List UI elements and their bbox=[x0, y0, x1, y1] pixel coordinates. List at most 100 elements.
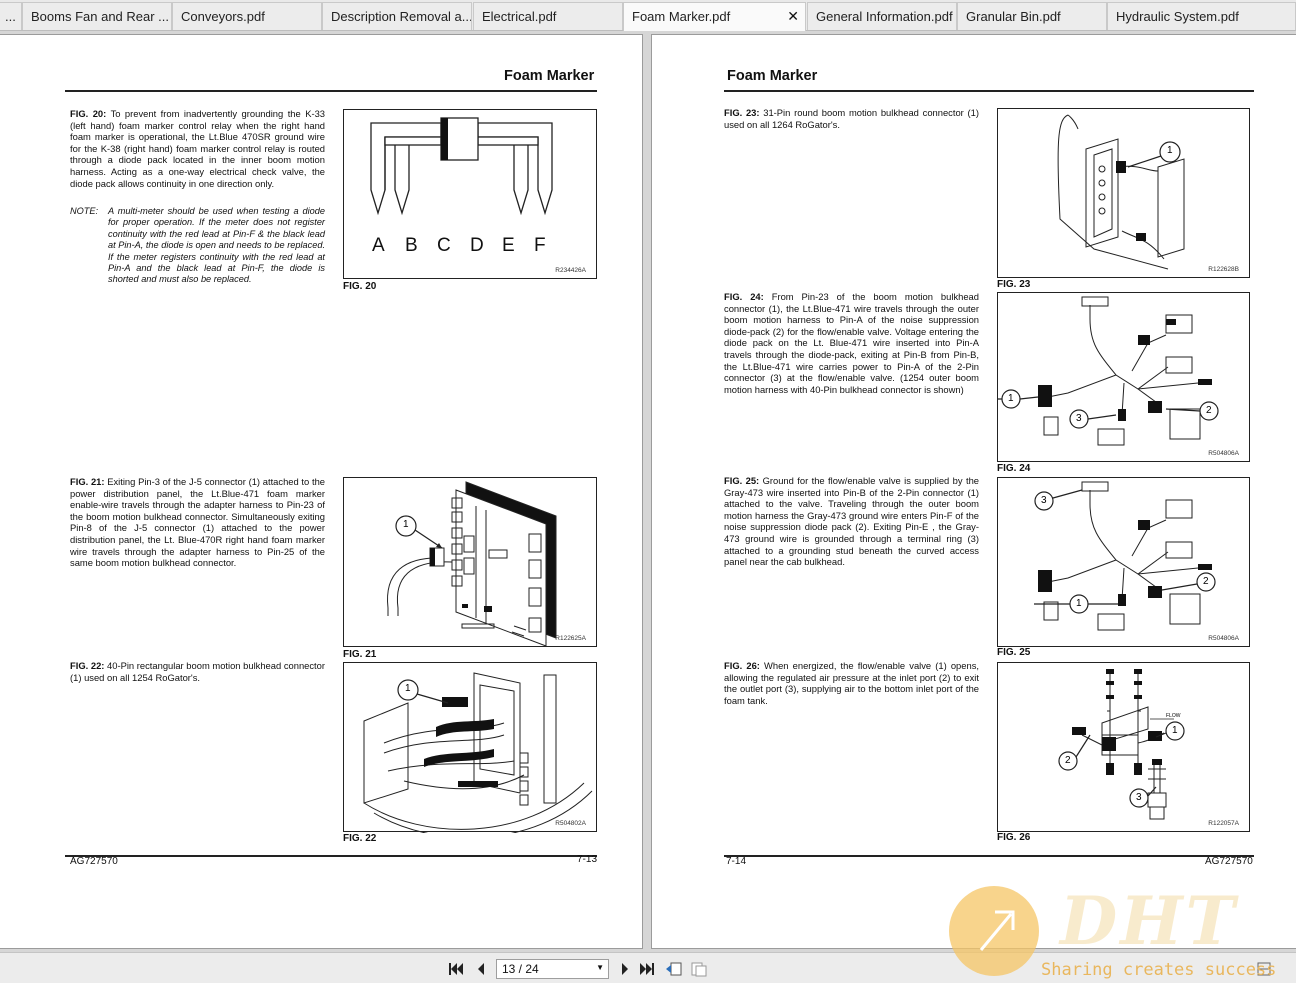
document-viewport[interactable]: Foam Marker FIG. 20: To prevent from ina… bbox=[0, 32, 1296, 952]
ground-wire-harness-drawing bbox=[1034, 481, 1216, 631]
tab-label: Foam Marker.pdf bbox=[632, 9, 731, 24]
fig24-description: FIG. 24: From Pin-23 of the boom motion … bbox=[724, 291, 979, 395]
fig24-label: FIG. 24: bbox=[724, 291, 764, 302]
fig24-callout-3: 3 bbox=[1076, 413, 1082, 424]
fig25-caption: FIG. 25 bbox=[997, 647, 1031, 658]
tab-label: Electrical.pdf bbox=[482, 9, 557, 24]
fig26-text: When energized, the flow/enable valve (1… bbox=[724, 660, 979, 706]
page-7-13: Foam Marker FIG. 20: To prevent from ina… bbox=[0, 34, 643, 949]
fig23-description: FIG. 23: 31-Pin round boom motion bulkhe… bbox=[724, 107, 979, 130]
page-indicator-text: 13 / 24 bbox=[502, 962, 539, 976]
tab-description-removal[interactable]: Description Removal a... bbox=[322, 2, 472, 30]
page-number-select[interactable]: 13 / 24 ▼ bbox=[496, 959, 609, 979]
page-7-14: Foam Marker FIG. 23: 31-Pin round boom m… bbox=[651, 34, 1296, 949]
tab-foam-marker[interactable]: Foam Marker.pdf ✕ bbox=[623, 2, 806, 31]
fig24-harness-illustration: 1 2 3 R504806A bbox=[997, 292, 1250, 462]
page-footer-doc-number: AG727570 bbox=[70, 856, 118, 867]
round-connector-drawing bbox=[1057, 114, 1185, 270]
page-footer-page-number: 7-13 bbox=[577, 854, 598, 865]
fig26-callout-2: 2 bbox=[1065, 755, 1071, 766]
fig23-round-connector-illustration: 1 R122628B bbox=[997, 108, 1250, 278]
pdf-viewer-window: ... Booms Fan and Rear ... Conveyors.pdf… bbox=[0, 0, 1296, 983]
outer-boom-harness-drawing bbox=[998, 296, 1219, 446]
last-page-icon[interactable] bbox=[638, 960, 656, 978]
tab-granular-bin[interactable]: Granular Bin.pdf bbox=[957, 2, 1107, 30]
fig23-code: R122628B bbox=[1208, 266, 1239, 273]
fig26-caption: FIG. 26 bbox=[997, 832, 1031, 843]
tab-label: Hydraulic System.pdf bbox=[1116, 9, 1239, 24]
note-label: NOTE: bbox=[70, 206, 99, 216]
page-section-title: Foam Marker bbox=[727, 68, 818, 84]
fig26-callout-3: 3 bbox=[1136, 792, 1142, 803]
watermark-slogan: Sharing creates success bbox=[1041, 960, 1277, 980]
tab-label: ... bbox=[5, 9, 16, 24]
fig20-description: FIG. 20: To prevent from inadvertently g… bbox=[70, 108, 325, 189]
fig22-text: 40-Pin rectangular boom motion bulkhead … bbox=[70, 660, 325, 683]
pin-f-label: F bbox=[534, 235, 546, 256]
fig22-callout-1: 1 bbox=[405, 683, 411, 694]
fig22-bulkhead-illustration: 1 R504802A bbox=[343, 662, 597, 833]
fig26-description: FIG. 26: When energized, the flow/enable… bbox=[724, 660, 979, 706]
tab-label: General Information.pdf bbox=[816, 9, 953, 24]
fig20-label: FIG. 20: bbox=[70, 108, 107, 119]
fig23-text: 31-Pin round boom motion bulkhead connec… bbox=[724, 107, 979, 130]
fig22-label: FIG. 22: bbox=[70, 660, 105, 671]
pin-e-label: E bbox=[502, 235, 515, 256]
fig21-description: FIG. 21: Exiting Pin-3 of the J-5 connec… bbox=[70, 476, 325, 569]
watermark-logo-text: DHT bbox=[1060, 882, 1238, 960]
fig23-label: FIG. 23: bbox=[724, 107, 760, 118]
tab-label: Booms Fan and Rear ... bbox=[31, 9, 170, 24]
fig25-description: FIG. 25: Ground for the flow/enable valv… bbox=[724, 475, 979, 568]
watermark-arrow-icon bbox=[979, 910, 1015, 951]
fig21-caption: FIG. 21 bbox=[343, 649, 377, 660]
footer-rule bbox=[65, 855, 597, 857]
fig20-caption: FIG. 20 bbox=[343, 281, 377, 292]
footer-rule bbox=[724, 855, 1254, 857]
fig24-caption: FIG. 24 bbox=[997, 463, 1031, 474]
header-rule bbox=[65, 90, 597, 92]
fig21-label: FIG. 21: bbox=[70, 476, 105, 487]
flow-enable-valve-drawing bbox=[1058, 669, 1185, 820]
tab-electrical[interactable]: Electrical.pdf bbox=[473, 2, 623, 30]
close-tab-icon[interactable]: ✕ bbox=[787, 8, 799, 25]
page-footer-doc-number: AG727570 bbox=[1205, 856, 1253, 867]
tab-general-information[interactable]: General Information.pdf bbox=[807, 2, 957, 30]
fig21-code: R122625A bbox=[555, 635, 586, 642]
tab-conveyors[interactable]: Conveyors.pdf bbox=[172, 2, 322, 30]
fig25-text: Ground for the flow/enable valve is supp… bbox=[724, 475, 979, 568]
fig22-code: R504802A bbox=[555, 820, 586, 827]
fig24-callout-2: 2 bbox=[1206, 405, 1212, 416]
fig20-text: To prevent from inadvertently grounding … bbox=[70, 108, 325, 189]
note-text: A multi-meter should be used when testin… bbox=[108, 206, 325, 285]
bulkhead-connector-drawing bbox=[363, 672, 593, 833]
fig25-harness-illustration: 3 2 1 R504806A bbox=[997, 477, 1250, 647]
tab-booms-fan-and-rear[interactable]: Booms Fan and Rear ... bbox=[22, 2, 172, 30]
tab-bar: ... Booms Fan and Rear ... Conveyors.pdf… bbox=[0, 0, 1296, 31]
fig20-note: NOTE: A multi-meter should be used when … bbox=[70, 206, 325, 296]
pin-d-label: D bbox=[470, 235, 484, 256]
dropdown-arrow-icon: ▼ bbox=[596, 963, 604, 972]
page-section-title: Foam Marker bbox=[504, 68, 595, 84]
fig25-callout-1: 1 bbox=[1076, 598, 1082, 609]
page-footer-page-number: 7-14 bbox=[726, 856, 747, 867]
fig25-callout-2: 2 bbox=[1203, 576, 1209, 587]
go-forward-view-icon[interactable] bbox=[690, 960, 708, 978]
pin-a-label: A bbox=[372, 235, 385, 256]
go-back-view-icon[interactable] bbox=[665, 960, 683, 978]
fig25-callout-3: 3 bbox=[1041, 495, 1047, 506]
tab-label: Granular Bin.pdf bbox=[966, 9, 1061, 24]
fig22-description: FIG. 22: 40-Pin rectangular boom motion … bbox=[70, 660, 325, 683]
fig21-power-panel-illustration: 1 R122625A bbox=[343, 477, 597, 647]
next-page-icon[interactable] bbox=[616, 960, 634, 978]
pin-c-label: C bbox=[437, 235, 451, 256]
fig20-code: R234426A bbox=[555, 267, 586, 274]
previous-page-icon[interactable] bbox=[472, 960, 490, 978]
watermark-overlay: DHT Sharing creates success bbox=[945, 880, 1296, 983]
first-page-icon[interactable] bbox=[447, 960, 465, 978]
tab-hydraulic-system[interactable]: Hydraulic System.pdf bbox=[1107, 2, 1296, 30]
tab-truncated[interactable]: ... bbox=[0, 2, 22, 30]
fig24-code: R504806A bbox=[1208, 450, 1239, 457]
fig23-caption: FIG. 23 bbox=[997, 279, 1031, 290]
fig23-callout-1: 1 bbox=[1167, 145, 1173, 156]
header-rule bbox=[724, 90, 1254, 92]
